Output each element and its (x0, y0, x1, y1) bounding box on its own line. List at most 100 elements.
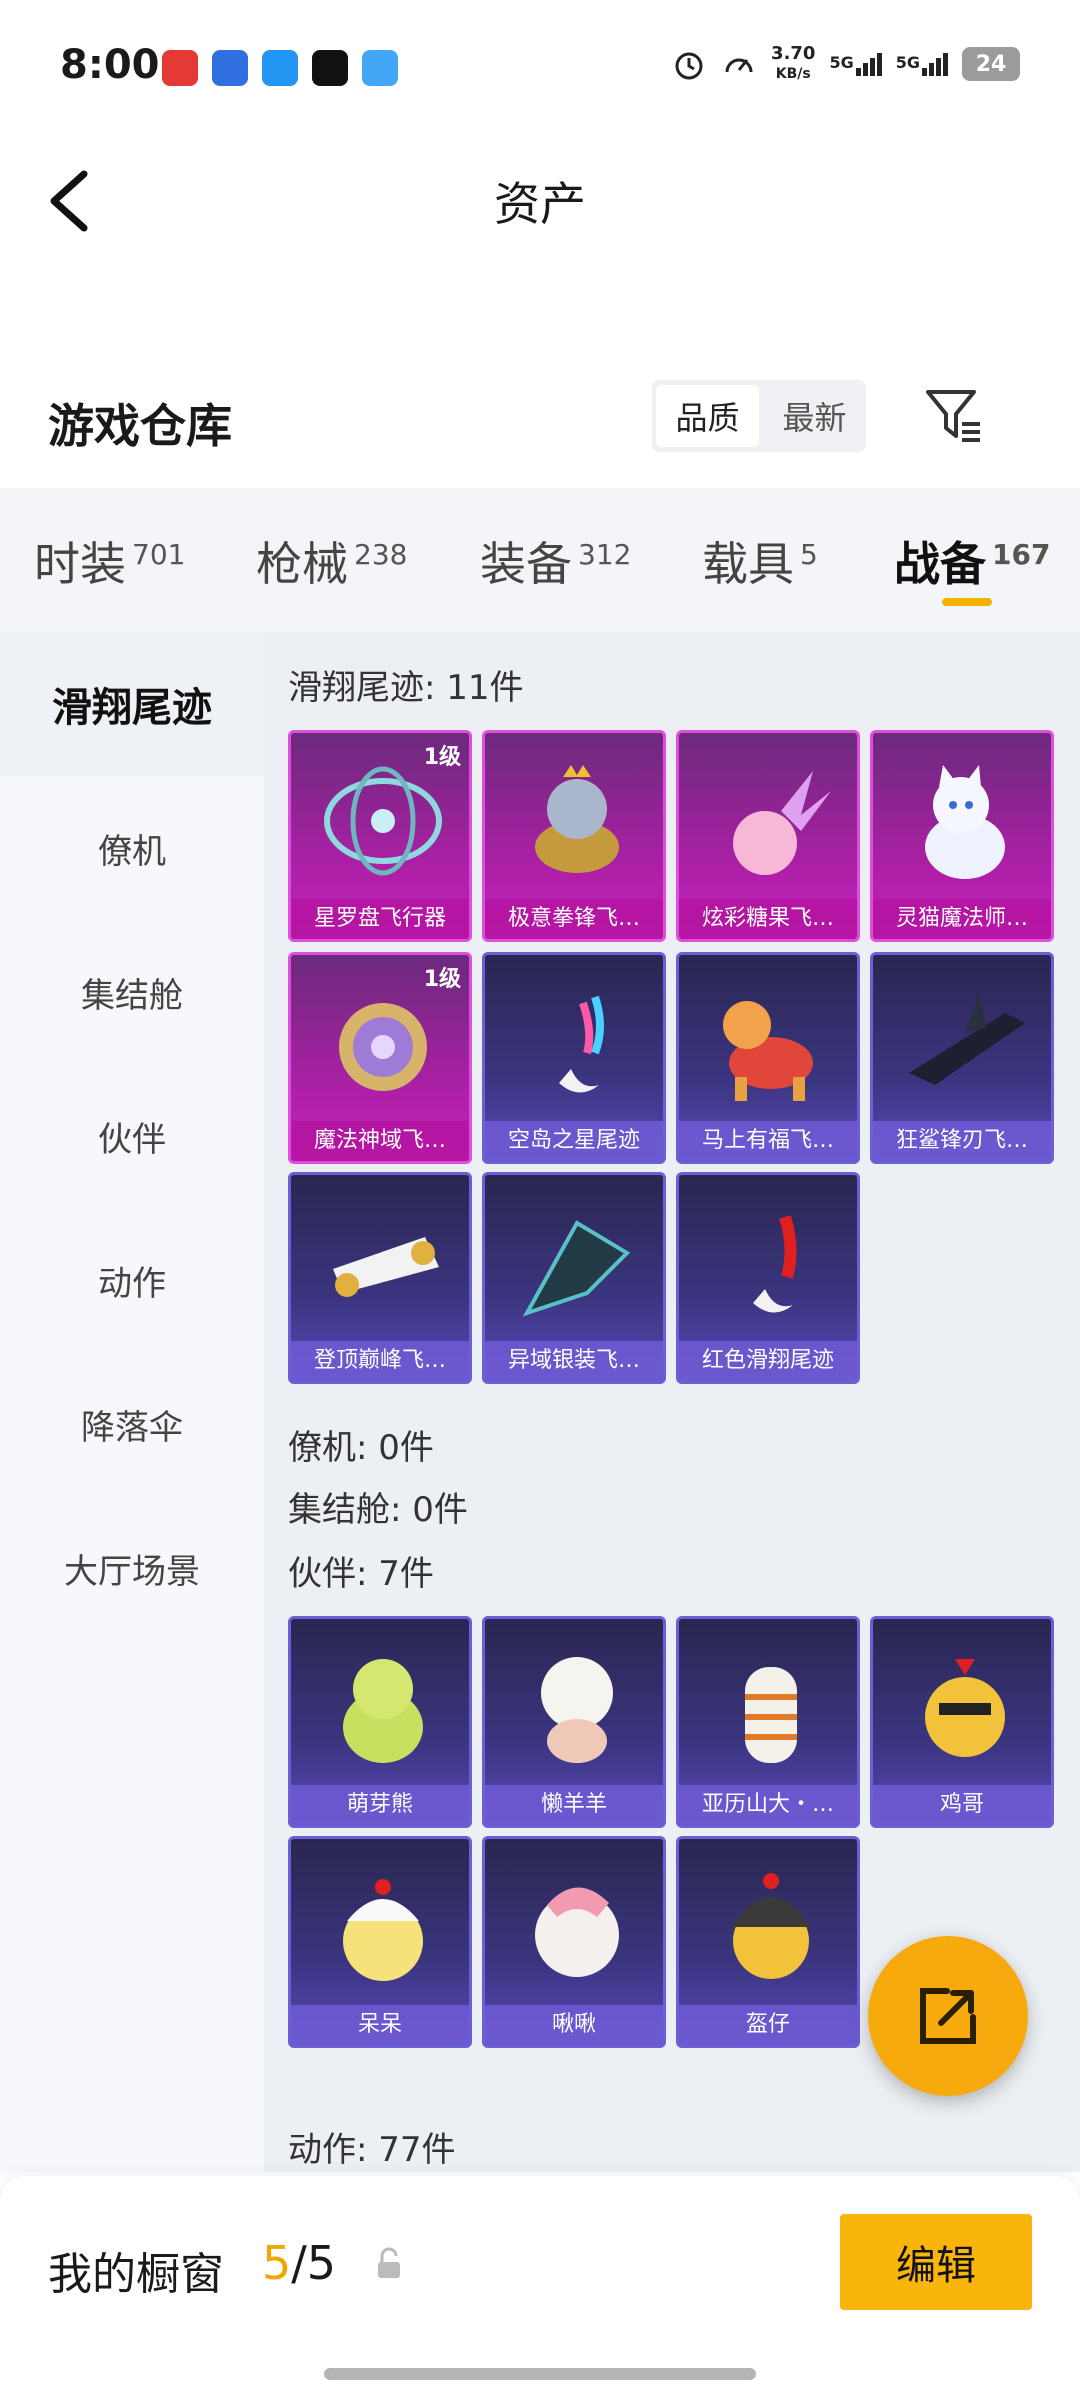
item-art-icon (559, 995, 604, 1093)
item-card[interactable]: 懒羊羊 (482, 1616, 666, 1828)
paw-app-icon (212, 50, 248, 86)
group-title-action: 动作: 77件 (288, 2130, 456, 2170)
item-card[interactable]: 萌芽熊 (288, 1616, 472, 1828)
item-card[interactable]: 盔仔 (676, 1836, 860, 2048)
top-navigation: 资产 (0, 150, 1080, 250)
filter-icon[interactable] (922, 384, 986, 448)
item-card[interactable]: 亚历山大・… (676, 1616, 860, 1828)
network-speed-unit: KB/s (775, 66, 811, 82)
signal-sim1: 5G (829, 52, 882, 76)
app-notification-icon (162, 50, 198, 86)
item-art-icon (723, 1001, 813, 1101)
share-fab[interactable] (868, 1936, 1028, 2096)
tab-count: 312 (578, 537, 632, 571)
tab-equipment[interactable]: 装备 312 (480, 528, 631, 594)
share-icon (920, 1988, 976, 2044)
edit-button[interactable]: 编辑 (840, 2214, 1032, 2310)
item-art-icon (541, 1657, 613, 1763)
item-card[interactable]: 异域银装飞… (482, 1172, 666, 1384)
status-bar: 8:00 3.70 KB/s 5G 5G 24 (0, 0, 1080, 140)
sidebar-item-wingman[interactable]: 僚机 (0, 776, 264, 920)
item-art-icon (731, 1873, 811, 1979)
tab-count: 5 (800, 537, 818, 571)
item-art-icon (925, 765, 1005, 879)
sidebar-item-glide-trail[interactable]: 滑翔尾迹 (0, 632, 264, 776)
item-name: 红色滑翔尾迹 (679, 1341, 857, 1381)
notification-icons (162, 50, 398, 86)
item-art-icon (343, 1879, 423, 1981)
showcase-title: 我的橱窗 (48, 2249, 224, 2300)
tab-label: 载具 (702, 537, 794, 591)
level-badge: 1级 (423, 967, 461, 992)
item-card[interactable]: 极意拳锋飞… (482, 730, 666, 942)
sidebar-item-partner[interactable]: 伙伴 (0, 1064, 264, 1208)
item-art-icon (745, 1667, 797, 1763)
feather-app-icon (262, 50, 298, 86)
sidebar-item-parachute[interactable]: 降落伞 (0, 1352, 264, 1496)
item-name: 懒羊羊 (485, 1785, 663, 1825)
item-card[interactable]: 红色滑翔尾迹 (676, 1172, 860, 1384)
tiktok-icon (312, 50, 348, 86)
signal-sim2: 5G (895, 52, 948, 76)
item-art-icon (733, 771, 831, 875)
item-card[interactable]: 登顶巅峰飞… (288, 1172, 472, 1384)
item-art-icon (535, 765, 619, 873)
item-art-icon (753, 1215, 797, 1313)
tab-fashion[interactable]: 时装 701 (34, 528, 185, 594)
tab-firearms[interactable]: 枪械 238 (256, 528, 407, 594)
sim2-label: 5G (895, 52, 920, 72)
item-name: 盔仔 (679, 2005, 857, 2045)
subcategory-sidebar: 滑翔尾迹 僚机 集结舱 伙伴 动作 降落伞 大厅场景 (0, 632, 264, 2172)
item-card[interactable]: 灵猫魔法师… (870, 730, 1054, 942)
item-card[interactable]: 空岛之星尾迹 (482, 952, 666, 1164)
tab-label: 战备 (894, 537, 986, 591)
item-card[interactable]: 呆呆 (288, 1836, 472, 2048)
item-name: 炫彩糖果飞… (679, 899, 857, 939)
sort-option-newest[interactable]: 最新 (763, 385, 866, 447)
item-card[interactable]: 炫彩糖果飞… (676, 730, 860, 942)
item-art-icon (343, 1659, 423, 1763)
status-indicators: 3.70 KB/s 5G 5G 24 (671, 44, 1020, 84)
home-indicator[interactable] (324, 2368, 756, 2380)
item-art-icon (522, 1220, 631, 1317)
sort-toggle: 品质 最新 (652, 380, 866, 452)
tab-vehicles[interactable]: 载具 5 (702, 528, 818, 594)
item-name: 空岛之星尾迹 (485, 1121, 663, 1161)
item-name: 极意拳锋飞… (485, 899, 663, 939)
page-title: 资产 (494, 177, 586, 231)
tab-label: 时装 (34, 537, 126, 591)
item-card[interactable]: 1级 魔法神域飞… (288, 952, 472, 1164)
showcase-footer: 我的橱窗 5/5 编辑 (0, 2176, 1080, 2400)
tab-label: 装备 (480, 537, 572, 591)
item-art-icon (333, 1237, 439, 1297)
group-title-wingman: 僚机: 0件 (288, 1428, 434, 1468)
sidebar-item-lobby-scene[interactable]: 大厅场景 (0, 1496, 264, 1640)
tab-combat-gear[interactable]: 战备 167 (894, 528, 1050, 594)
battery-indicator: 24 (962, 47, 1020, 81)
sim1-label: 5G (829, 52, 854, 72)
item-card[interactable]: 啾啾 (482, 1836, 666, 2048)
sidebar-item-action[interactable]: 动作 (0, 1208, 264, 1352)
item-name: 啾啾 (485, 2005, 663, 2045)
category-tabs: 时装 701 枪械 238 装备 312 载具 5 战备 167 (0, 488, 1080, 632)
group-title-rally-capsule: 集结舱: 0件 (288, 1490, 468, 1530)
item-name: 魔法神域飞… (291, 1121, 469, 1161)
sidebar-item-rally-capsule[interactable]: 集结舱 (0, 920, 264, 1064)
item-name: 亚历山大・… (679, 1785, 857, 1825)
item-card[interactable]: 1级 星罗盘飞行器 (288, 730, 472, 942)
speedometer-icon (725, 58, 753, 73)
showcase-count: 5/5 (262, 2236, 336, 2290)
sort-option-quality[interactable]: 品质 (656, 385, 759, 447)
level-badge: 1级 (423, 745, 461, 770)
item-card[interactable]: 鸡哥 (870, 1616, 1054, 1828)
item-card[interactable]: 狂鲨锋刃飞… (870, 952, 1054, 1164)
item-card[interactable]: 马上有福飞… (676, 952, 860, 1164)
item-name: 呆呆 (291, 2005, 469, 2045)
item-art-icon (339, 1003, 427, 1091)
alarm-icon (675, 52, 703, 80)
lock-icon (378, 2247, 400, 2278)
group-title-glide-trail: 滑翔尾迹: 11件 (288, 668, 524, 708)
tab-count: 238 (354, 537, 408, 571)
network-speed: 3.70 KB/s (771, 44, 815, 84)
item-name: 鸡哥 (873, 1785, 1051, 1825)
